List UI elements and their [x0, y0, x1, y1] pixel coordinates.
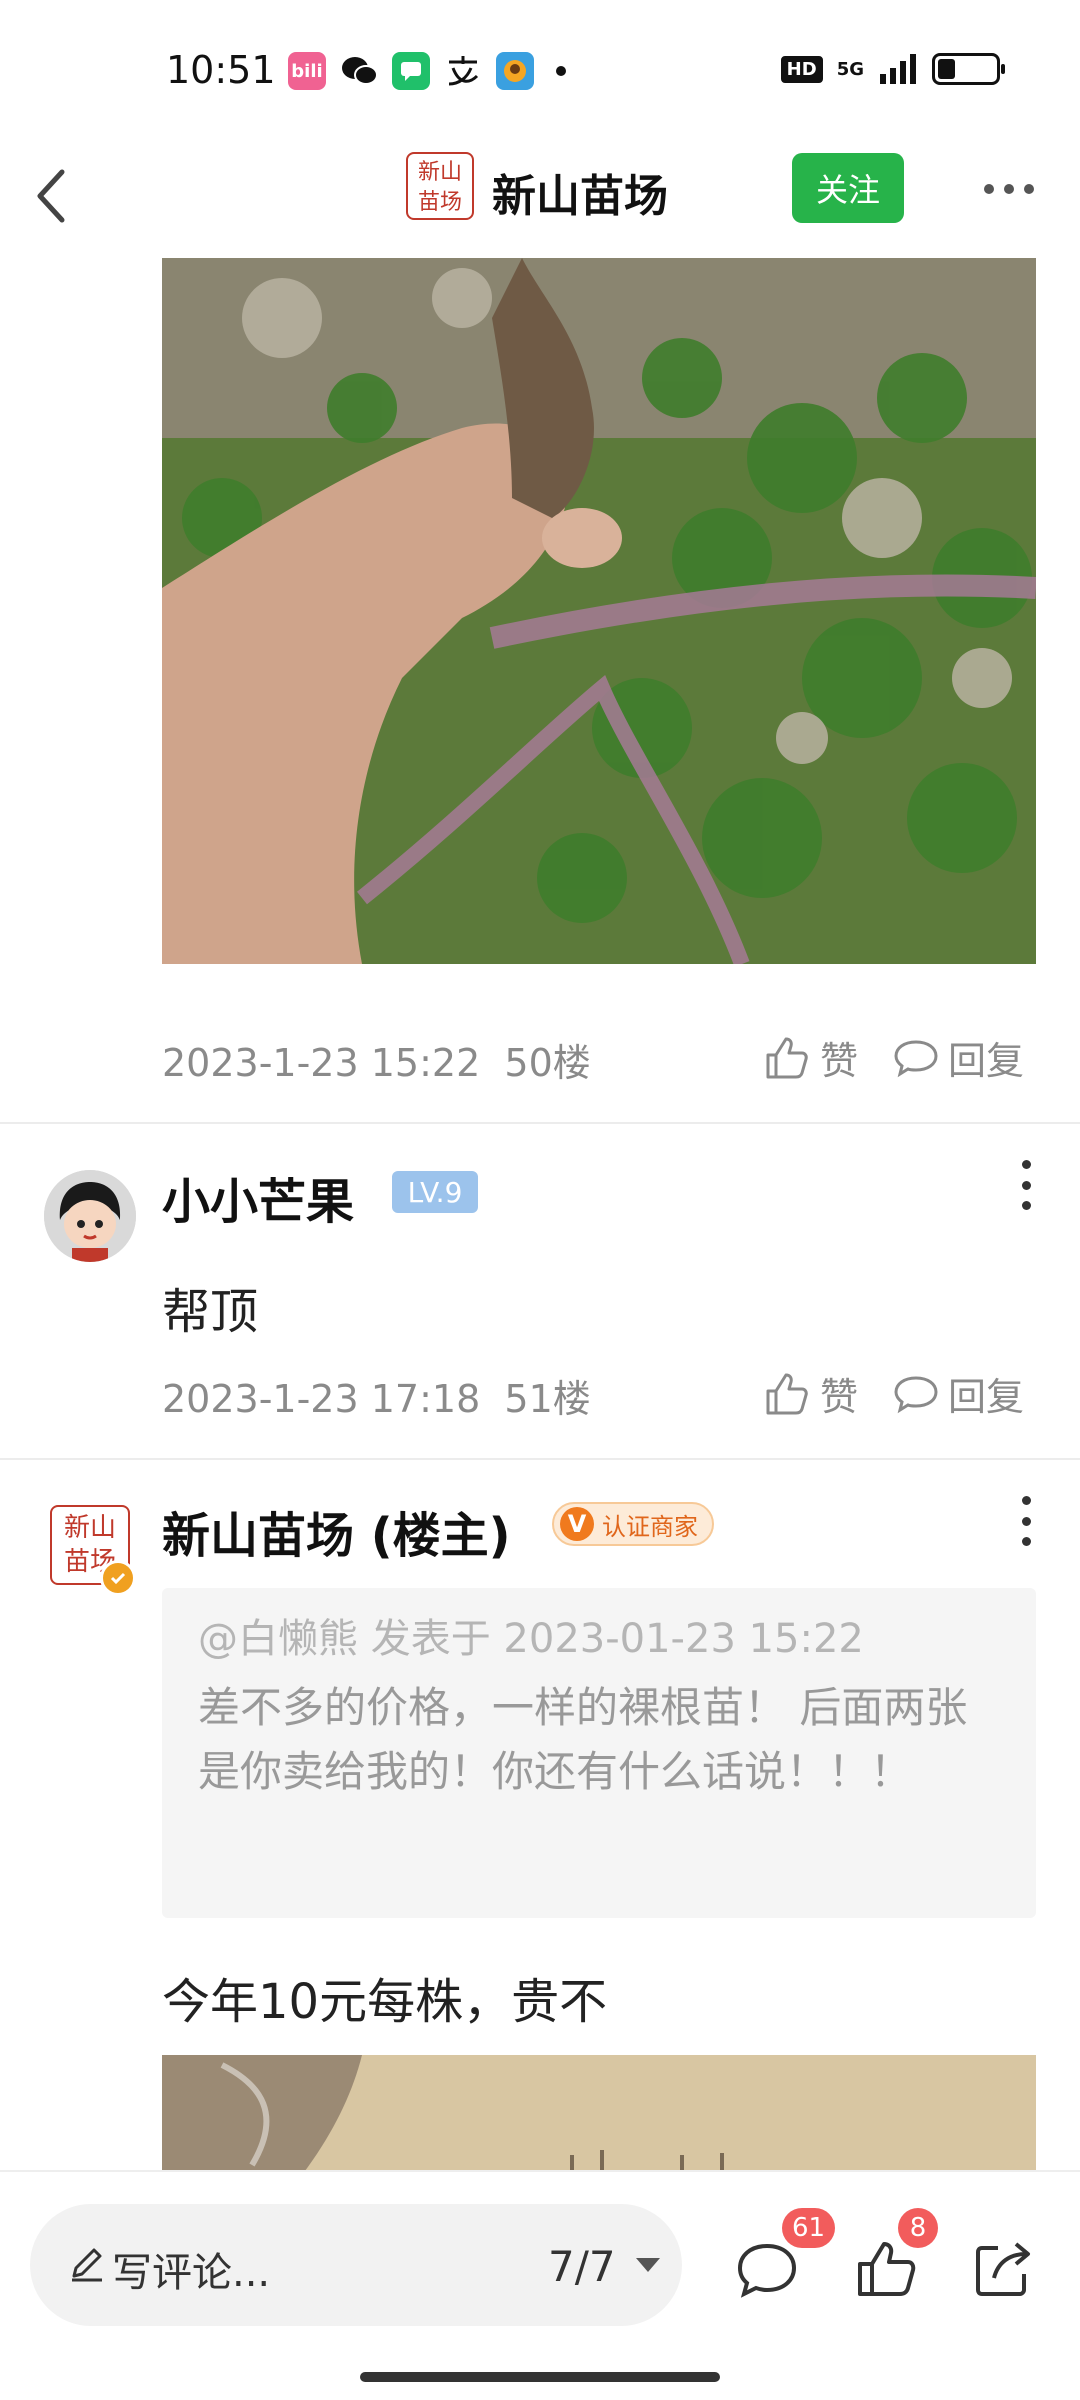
- more-menu-button[interactable]: [974, 174, 1044, 204]
- thumbs-up-icon: [766, 1373, 808, 1414]
- share-button[interactable]: [968, 2234, 1038, 2304]
- post-photo[interactable]: [162, 2055, 1036, 2175]
- battery-level: [938, 59, 955, 79]
- post-floor: 50楼: [504, 1041, 591, 1085]
- chevron-down-icon[interactable]: [636, 2258, 660, 2272]
- post-floor: 51楼: [504, 1377, 591, 1421]
- messages-icon: [392, 52, 430, 90]
- post-more-button[interactable]: [1014, 1160, 1038, 1210]
- user-avatar[interactable]: [44, 1170, 136, 1262]
- dot-icon: [1021, 1201, 1031, 1210]
- dot-icon: [1024, 184, 1034, 194]
- like-count-badge: 8: [898, 2208, 938, 2248]
- dot-icon: [1021, 1516, 1031, 1526]
- username[interactable]: 小小芒果: [162, 1162, 354, 1232]
- battery-icon: [932, 53, 1005, 85]
- photo-sand: [162, 2055, 1036, 2175]
- notification-icons: bili: [288, 52, 566, 90]
- like-label: 赞: [820, 1375, 859, 1419]
- post-timestamp: 2023-1-23 15:22: [162, 1041, 481, 1085]
- cert-v-icon: V: [560, 1507, 594, 1541]
- level-badge: LV.9: [392, 1171, 478, 1213]
- like-button[interactable]: 赞: [762, 1030, 858, 1085]
- verified-check-icon: [100, 1560, 136, 1596]
- nav-header: 新山 苗场 新山苗场 关注: [0, 140, 1080, 260]
- dot-icon: [1021, 1160, 1031, 1169]
- dot-icon: [1004, 184, 1014, 194]
- wechat-icon: [340, 52, 378, 90]
- cert-label: 认证商家: [602, 1512, 698, 1541]
- follow-button[interactable]: 关注: [792, 153, 904, 223]
- photo-hand-plant: [162, 258, 1036, 964]
- system-indicators: HD 5G: [780, 52, 1005, 86]
- chat-bubble-icon: [894, 1375, 938, 1413]
- share-icon: [976, 2242, 1030, 2296]
- comment-text: 今年10元每株，贵不: [162, 1974, 608, 2030]
- quoted-post[interactable]: @白懒熊 发表于 2023-01-23 15:22 差不多的价格，一样的裸根苗！…: [162, 1588, 1036, 1918]
- reply-label: 回复: [948, 1039, 1025, 1083]
- thumbs-up-icon: [766, 1037, 808, 1078]
- divider: [0, 1122, 1080, 1124]
- username[interactable]: 新山苗场 (楼主): [162, 1496, 511, 1566]
- quote-body: 差不多的价格，一样的裸根苗！ 后面两张是你卖给我的！你还有什么话说！！！: [198, 1683, 968, 1796]
- forum-logo[interactable]: 新山 苗场: [406, 152, 474, 220]
- back-button[interactable]: [22, 156, 102, 236]
- signal-icon: [880, 54, 916, 84]
- app-icon: [496, 52, 534, 90]
- dot-icon: [984, 184, 994, 194]
- chat-bubble-icon: [894, 1039, 938, 1077]
- bilibili-icon: bili: [288, 52, 326, 90]
- comment-count-badge: 61: [782, 2208, 836, 2248]
- chevron-left-icon: [37, 169, 65, 223]
- post-photo[interactable]: [162, 258, 1036, 964]
- comment-text: 帮顶: [162, 1284, 259, 1340]
- status-bar: 10:51 bili HD 5G: [0, 0, 1080, 140]
- comment-input[interactable]: 写评论... 7/7: [30, 2204, 682, 2326]
- hd-indicator: HD: [780, 55, 823, 83]
- reply-button[interactable]: 回复: [892, 1030, 1024, 1085]
- dot-icon: [1021, 1537, 1031, 1546]
- forum-title: 新山苗场: [492, 171, 668, 222]
- divider: [0, 1458, 1080, 1460]
- like-label: 赞: [820, 1039, 859, 1083]
- post-timestamp: 2023-1-23 17:18: [162, 1377, 481, 1421]
- post-meta: 2023-1-23 17:18 51楼: [162, 1368, 591, 1423]
- certified-merchant-badge: V 认证商家: [552, 1502, 714, 1546]
- network-type: 5G: [836, 58, 864, 80]
- reply-button[interactable]: 回复: [892, 1366, 1024, 1421]
- post-meta: 2023-1-23 15:22 50楼: [162, 1032, 591, 1087]
- comment-placeholder: 写评论...: [112, 2250, 271, 2296]
- more-notifications-dot: [556, 66, 566, 76]
- page-indicator[interactable]: 7/7: [548, 2242, 616, 2291]
- like-button[interactable]: 赞: [762, 1366, 858, 1421]
- status-time: 10:51: [166, 48, 276, 92]
- dot-icon: [1021, 1180, 1031, 1190]
- reply-label: 回复: [948, 1375, 1025, 1419]
- avatar-image: [44, 1170, 136, 1262]
- quote-header: @白懒熊 发表于 2023-01-23 15:22: [198, 1616, 864, 1662]
- pencil-icon: [72, 2248, 102, 2282]
- home-indicator[interactable]: [360, 2372, 720, 2382]
- post-more-button[interactable]: [1014, 1496, 1038, 1546]
- bottom-bar: 写评论... 7/7 61 8: [0, 2170, 1080, 2400]
- alipay-icon: [444, 52, 482, 90]
- dot-icon: [1021, 1496, 1031, 1505]
